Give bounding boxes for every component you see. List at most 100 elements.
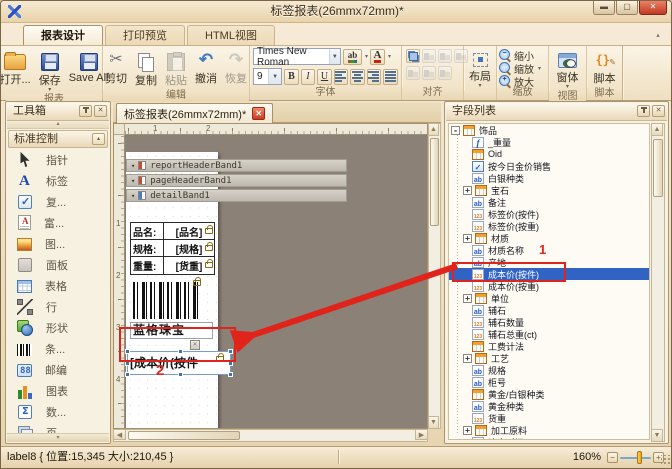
scroll-down-icon[interactable]: ▼	[651, 429, 663, 442]
resize-handle[interactable]	[125, 372, 130, 377]
justify-button[interactable]	[383, 69, 398, 85]
resize-handle[interactable]	[125, 349, 130, 354]
label-table[interactable]: 品名: [品名] 规格: [规格]	[130, 222, 215, 275]
align-centers-button[interactable]	[438, 49, 452, 63]
field-item[interactable]: 白银种类	[449, 172, 649, 184]
resize-handle[interactable]	[125, 361, 130, 366]
highlight-dropdown-icon[interactable]: ▾	[365, 53, 368, 60]
scrollbar-thumb[interactable]	[128, 431, 240, 440]
toolbox-item[interactable]: 条...	[7, 338, 109, 359]
align-text-center-button[interactable]	[350, 69, 365, 85]
field-item[interactable]: 货重	[449, 412, 649, 424]
field-item[interactable]: Oid	[449, 148, 649, 160]
tree-expander-icon[interactable]: +	[463, 426, 472, 435]
toolbox-item[interactable]: 图...	[7, 233, 109, 254]
zoom-out-button[interactable]: −	[607, 452, 618, 463]
field-item[interactable]: 材质名称	[449, 244, 649, 256]
zoom-slider-track[interactable]	[620, 457, 651, 459]
resize-grip[interactable]	[661, 455, 671, 465]
smart-tag-icon[interactable]: ✕	[190, 340, 200, 350]
field-item[interactable]: 辅石总重(ct)	[449, 328, 649, 340]
font-color-button[interactable]: A	[370, 49, 385, 65]
barcode-element[interactable]	[133, 282, 199, 319]
tree-expander-icon[interactable]: +	[463, 294, 472, 303]
toolbox-scroll-down[interactable]: ▾	[7, 433, 109, 442]
align-right-edges-button[interactable]	[454, 49, 468, 63]
label-table-row[interactable]: 重量: [货重]	[131, 257, 214, 274]
field-item[interactable]: + 加工原料	[449, 424, 649, 436]
field-item[interactable]: 产地	[449, 256, 649, 268]
field-item[interactable]: 成本价(按重)	[449, 280, 649, 292]
toolbox-item[interactable]: 富...	[7, 212, 109, 233]
document-close-icon[interactable]: ✕	[252, 107, 265, 120]
field-item[interactable]: 辅石数量	[449, 316, 649, 328]
maximize-button[interactable]: ▢	[616, 1, 638, 15]
close-panel-icon[interactable]: ✕	[652, 105, 665, 117]
band-collapse-icon[interactable]: ▾	[131, 190, 135, 202]
paste-button[interactable]: 粘贴	[162, 49, 190, 90]
open-button[interactable]: 打开...	[0, 49, 34, 89]
zoom-in-button[interactable]: 放大	[497, 75, 543, 87]
field-list-scrollbar[interactable]: ▲ ▼	[651, 123, 665, 442]
resize-handle[interactable]	[228, 361, 233, 366]
toolbox-item[interactable]: 指针	[7, 149, 109, 170]
field-item[interactable]: 备注	[449, 196, 649, 208]
dropdown-arrow-icon[interactable]: ▼	[329, 49, 340, 64]
band-collapse-icon[interactable]: ▾	[131, 160, 135, 172]
scroll-up-icon[interactable]: ▲	[428, 123, 439, 136]
close-panel-icon[interactable]: ✕	[94, 105, 107, 117]
field-item[interactable]: + 宝石	[449, 184, 649, 196]
zoom-slider-thumb[interactable]	[637, 451, 642, 464]
field-item[interactable]: 辅石	[449, 304, 649, 316]
minimize-button[interactable]: ▬	[593, 1, 615, 15]
toolbox-item[interactable]: 标签	[7, 170, 109, 191]
align-left-edges-button[interactable]	[422, 49, 436, 63]
copy-button[interactable]: 复制	[132, 49, 160, 90]
document-tab[interactable]: 标签报表(26mmx72mm)* ✕	[116, 103, 273, 123]
align-bottoms-button[interactable]	[438, 66, 452, 80]
scrollbar-thumb[interactable]	[653, 139, 663, 197]
band-header[interactable]: ▾ detailBand1	[126, 189, 347, 202]
scroll-up-icon[interactable]: ▲	[651, 123, 663, 136]
dropdown-arrow-icon[interactable]: ▼	[268, 69, 281, 84]
resize-handle[interactable]	[178, 349, 183, 354]
band-header[interactable]: ▾ reportHeaderBand1	[126, 159, 347, 172]
font-color-dropdown-icon[interactable]: ▾	[388, 53, 391, 60]
ribbon-tab[interactable]: 报表设计	[23, 25, 103, 45]
scroll-left-icon[interactable]: ◀	[113, 429, 126, 440]
pin-icon[interactable]	[637, 105, 650, 117]
field-item[interactable]: 按今日金价销售	[449, 160, 649, 172]
zoom-out-button[interactable]: 缩小	[497, 49, 543, 61]
toolbox-item[interactable]: 邮编	[7, 359, 109, 380]
toolbox-item[interactable]: 数...	[7, 401, 109, 422]
bold-button[interactable]: B	[284, 69, 299, 85]
selected-textbox[interactable]: [成本价(按件	[127, 351, 231, 375]
undo-button[interactable]: ↶ 撤消	[192, 49, 220, 88]
field-item[interactable]: 黄金/白银种类	[449, 388, 649, 400]
scroll-right-icon[interactable]: ▶	[415, 429, 428, 440]
ribbon-tab[interactable]: 打印预览	[105, 25, 185, 45]
zoom-button[interactable]: 缩放▾	[497, 62, 543, 74]
band-header[interactable]: ▾ pageHeaderBand1	[126, 174, 347, 187]
field-item[interactable]: 工费计法	[449, 340, 649, 352]
label-table-row[interactable]: 品名: [品名]	[131, 223, 214, 240]
align-text-left-button[interactable]	[334, 69, 349, 85]
field-item[interactable]: - 饰品	[449, 124, 649, 136]
save-button[interactable]: 保存 ▾	[36, 49, 64, 94]
field-item[interactable]: 标签价(按件)	[449, 208, 649, 220]
tree-expander-icon[interactable]: +	[463, 354, 472, 363]
field-item[interactable]: 成本价(按件)	[449, 268, 649, 280]
tree-expander-icon[interactable]: +	[463, 186, 472, 195]
field-item[interactable]: 柜号	[449, 376, 649, 388]
align-middles-button[interactable]	[422, 66, 436, 80]
toolbox-scroll-up[interactable]: ▴	[7, 121, 109, 129]
toolbox-category-header[interactable]: 标准控制 ▴	[8, 130, 108, 148]
field-item[interactable]: + 单位	[449, 292, 649, 304]
align-objects-button[interactable]	[406, 49, 420, 63]
ribbon-tab[interactable]: HTML视图	[187, 25, 275, 45]
tree-expander-icon[interactable]: +	[463, 234, 472, 243]
field-item[interactable]: _重量	[449, 136, 649, 148]
ribbon-collapse-icon[interactable]: ▴	[651, 29, 665, 41]
form-view-button[interactable]: 窗体 ▾	[554, 49, 582, 91]
resize-handle[interactable]	[178, 372, 183, 377]
